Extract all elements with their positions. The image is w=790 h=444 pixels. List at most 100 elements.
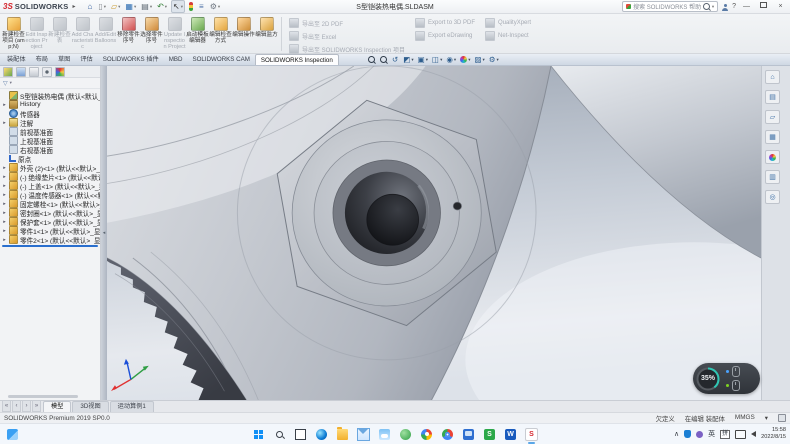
ime-mode-indicator[interactable]: 英 <box>708 431 715 438</box>
expand-arrow-icon[interactable]: ▸ <box>2 120 7 126</box>
defender-icon[interactable] <box>684 430 691 438</box>
document-tab[interactable]: 模型 <box>43 401 71 412</box>
command-tab[interactable]: SOLIDWORKS Inspection <box>255 54 339 65</box>
display-style-button[interactable]: ◫ ▾ <box>432 55 442 65</box>
dropdown-caret-icon[interactable]: ▾ <box>454 57 456 63</box>
expand-arrow-icon[interactable]: ▸ <box>2 237 7 243</box>
weather-icon[interactable] <box>378 428 391 441</box>
tray-expand-icon[interactable]: ∧ <box>674 431 679 438</box>
expand-arrow-icon[interactable]: ▸ <box>2 102 7 108</box>
task-view-button[interactable] <box>294 428 307 441</box>
taskbar-clock[interactable]: 15:58 2022/8/15 <box>761 427 786 441</box>
appearances-tab[interactable] <box>765 150 780 164</box>
edit-operations-button[interactable]: 编辑操作 <box>232 15 255 53</box>
remove-balloons-button[interactable]: 移除零件序号 <box>117 15 140 53</box>
search-button[interactable] <box>273 428 286 441</box>
expand-arrow-icon[interactable]: ▸ <box>2 192 7 198</box>
custom-properties-tab[interactable]: ▥ <box>765 170 780 184</box>
dropdown-caret-icon[interactable]: ▾ <box>483 57 485 63</box>
hide-show-items-button[interactable]: ◉ ▾ <box>446 55 456 65</box>
model-canvas[interactable] <box>107 66 761 400</box>
wps-icon[interactable]: S <box>483 428 496 441</box>
zoom-area-button[interactable] <box>380 56 388 63</box>
export-menu-item[interactable]: Net-Inspect <box>485 31 531 41</box>
view-settings-button[interactable]: ⚙ ▾ <box>489 55 499 65</box>
edit-inspection-methods-button[interactable]: 编辑检查方式 <box>209 15 232 53</box>
select-balloons-button[interactable]: 选择零件序号 <box>140 15 163 53</box>
expand-arrow-icon[interactable]: ▸ <box>2 174 7 180</box>
zoom-dial[interactable]: 35% <box>695 366 721 392</box>
browser-colorful-icon[interactable] <box>420 428 433 441</box>
dropdown-caret-icon[interactable]: ▾ <box>411 57 413 63</box>
volume-icon[interactable] <box>751 431 756 437</box>
file-explorer-icon[interactable] <box>336 428 349 441</box>
units-selector[interactable]: ▾ <box>765 414 768 422</box>
tray-app-icon[interactable] <box>696 431 703 438</box>
tree-item[interactable]: 传感器 <box>2 109 100 118</box>
zoom-fit-button[interactable] <box>368 56 376 63</box>
displaymanager-tab[interactable] <box>55 67 65 77</box>
dropdown-caret-icon[interactable]: ▾ <box>440 57 442 63</box>
design-library-tab[interactable]: ▤ <box>765 90 780 104</box>
taskpane-home-tab[interactable]: ⌂ <box>765 70 780 84</box>
export-menu-item[interactable]: Export eDrawing <box>415 31 475 41</box>
propertymanager-tab[interactable] <box>16 67 26 77</box>
command-tab[interactable]: SOLIDWORKS 插件 <box>98 54 164 65</box>
command-tab[interactable]: MBD <box>164 54 188 65</box>
dropdown-caret-icon[interactable]: ▾ <box>134 4 136 10</box>
close-button[interactable]: × <box>774 1 787 12</box>
tab-scroll-arrow-icon[interactable]: ‹ <box>12 400 21 412</box>
tree-item[interactable]: ▸ History <box>2 100 100 109</box>
minimize-button[interactable]: — <box>740 1 753 12</box>
collapse-panel-icon[interactable]: ◂ <box>103 230 106 236</box>
add-characteristic-button[interactable]: Add Characteristic <box>71 15 94 53</box>
home-button[interactable]: ⌂ <box>86 1 94 12</box>
tab-scroll-arrow-icon[interactable]: » <box>32 400 41 412</box>
edit-custom-methods-button[interactable]: 编辑监方 <box>255 15 278 53</box>
word-icon[interactable]: W <box>504 428 517 441</box>
hud-row-bottom[interactable] <box>726 380 740 391</box>
dimxpertmanager-tab[interactable] <box>42 67 52 77</box>
file-explorer-tab[interactable]: ▱ <box>765 110 780 124</box>
mail-icon[interactable] <box>357 428 370 441</box>
tree-item[interactable]: S型铠装热电偶 (默认<默认_显示状态-1 <box>2 91 100 100</box>
options-button[interactable]: ⚙ ▾ <box>209 1 221 12</box>
dropdown-caret-icon[interactable]: ▾ <box>468 57 470 63</box>
search-caret-icon[interactable]: ▾ <box>712 4 714 10</box>
dropdown-caret-icon[interactable]: ▾ <box>426 57 428 63</box>
restore-button[interactable] <box>757 1 770 12</box>
tree-horizontal-scrollbar[interactable] <box>8 395 78 398</box>
dropdown-caret-icon[interactable]: ▾ <box>165 4 167 10</box>
expand-arrow-icon[interactable]: ▸ <box>2 201 7 207</box>
filter-caret-icon[interactable]: ▾ <box>10 80 12 86</box>
remote-monitor-icon[interactable] <box>462 428 475 441</box>
dropdown-caret-icon[interactable]: ▾ <box>218 4 220 10</box>
new-inspection-report-button[interactable]: 新建检查表 <box>48 15 71 53</box>
new-file-button[interactable]: ▯ ▾ <box>97 1 107 12</box>
command-tab[interactable]: 布局 <box>31 54 53 65</box>
launch-template-editor-button[interactable]: 启动模板编辑器 <box>186 15 209 53</box>
select-tool-button[interactable]: ↖ ▾ <box>171 0 185 13</box>
tree-filter-bar[interactable]: ▽ ▾ <box>0 78 100 89</box>
view-orientation-button[interactable]: ▣ ▾ <box>418 55 428 65</box>
dropdown-caret-icon[interactable]: ▾ <box>118 4 120 10</box>
expand-arrow-icon[interactable]: ▸ <box>2 219 7 225</box>
forum-tab[interactable]: ◎ <box>765 190 780 204</box>
command-tab[interactable]: 评估 <box>75 54 97 65</box>
solidworks-logo[interactable]: 3S SOLIDWORKS ▸ <box>0 2 78 11</box>
apply-scene-button[interactable]: ▨ ▾ <box>474 55 484 65</box>
tab-scroll-arrow-icon[interactable]: › <box>22 400 31 412</box>
command-tab[interactable]: SOLIDWORKS CAM <box>187 54 254 65</box>
expand-arrow-icon[interactable]: ▸ <box>2 210 7 216</box>
expand-arrow-icon[interactable]: ▸ <box>2 165 7 171</box>
help-button[interactable]: ? <box>732 3 736 10</box>
export-menu-item[interactable]: 导出至 Excel <box>289 31 405 41</box>
sign-in-icon[interactable] <box>722 4 728 10</box>
rebuild-button[interactable] <box>188 1 195 12</box>
tab-scroll-arrow-icon[interactable]: « <box>2 400 11 412</box>
print-button[interactable]: ▤ ▾ <box>140 1 153 12</box>
save-button[interactable]: ▦ ▾ <box>124 1 137 12</box>
edge-icon[interactable] <box>315 428 328 441</box>
expand-arrow-icon[interactable]: ▸ <box>2 228 7 234</box>
command-tab[interactable]: 装配体 <box>2 54 31 65</box>
